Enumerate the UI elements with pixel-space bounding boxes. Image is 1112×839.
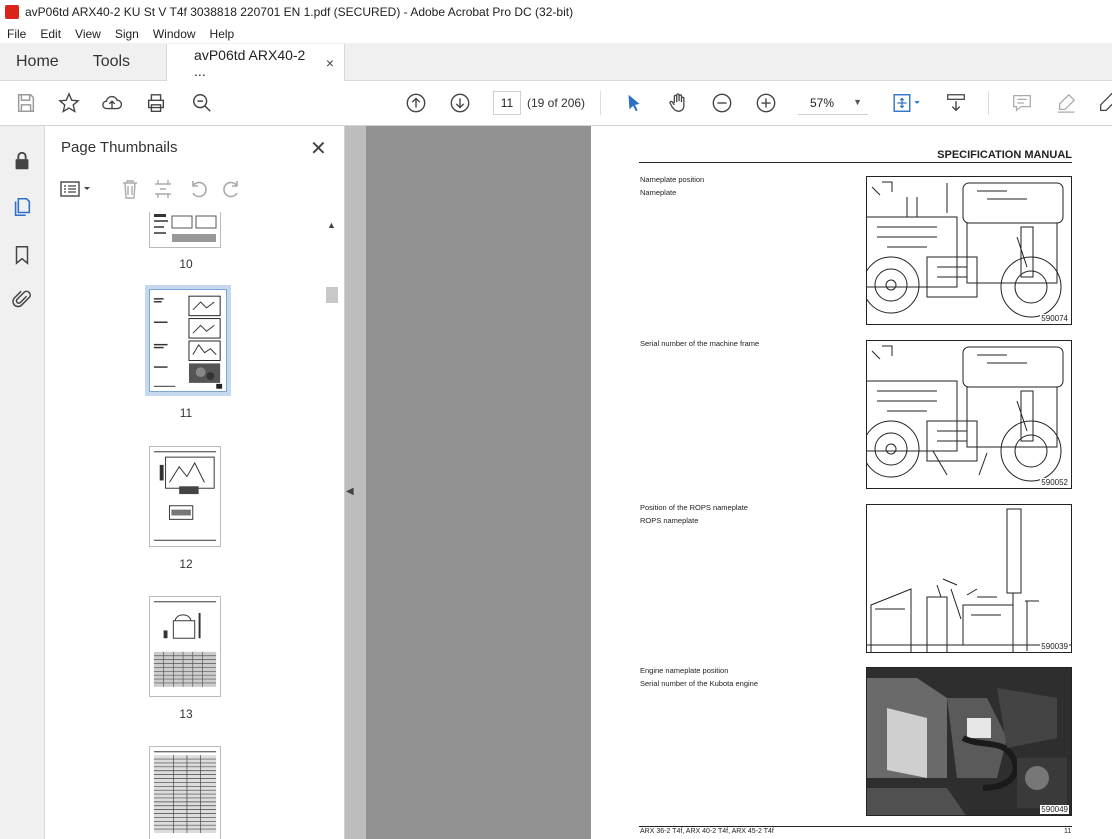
figure-number: 590049 [1040, 805, 1069, 814]
figure-number: 590074 [1040, 314, 1069, 323]
tab-close-icon[interactable]: × [326, 55, 334, 71]
panel-title: Page Thumbnails [61, 139, 178, 156]
tab-bar: Home Tools avP06td ARX40-2 ... × [0, 43, 1112, 81]
menu-window[interactable]: Window [153, 27, 196, 41]
toolbar-divider [988, 91, 989, 115]
footer-rule [639, 826, 1072, 827]
menu-edit[interactable]: Edit [40, 27, 61, 41]
caption: Position of the ROPS nameplate ROPS name… [640, 501, 748, 527]
figure-number: 590052 [1040, 478, 1069, 487]
title-bar: avP06td ARX40-2 KU St V T4f 3038818 2207… [0, 0, 1112, 24]
figure-number: 590039 [1040, 642, 1069, 651]
zoom-level-value: 57% [810, 95, 835, 110]
page-thumbnail[interactable] [149, 446, 221, 547]
zoom-in-icon[interactable] [754, 91, 778, 115]
zoom-level-select[interactable]: 57% ▼ [798, 91, 868, 115]
draw-sign-icon[interactable] [1096, 91, 1112, 115]
thumbnail-toolbar [59, 178, 259, 202]
page-number-input[interactable]: 11 [493, 91, 521, 115]
engine-photo: 590049 [866, 667, 1072, 816]
tab-home[interactable]: Home [0, 43, 75, 80]
menu-view[interactable]: View [75, 27, 101, 41]
insert-page-icon[interactable] [152, 178, 174, 200]
menu-sign[interactable]: Sign [115, 27, 139, 41]
page-up-icon[interactable] [404, 91, 428, 115]
toolbar: 11 (19 of 206) 57% ▼ [0, 81, 1112, 126]
highlight-pen-icon[interactable] [1054, 91, 1078, 115]
tab-document-label: avP06td ARX40-2 ... [194, 46, 306, 79]
caption: Engine nameplate position Serial number … [640, 664, 758, 690]
page-footer: ARX 36-2 T4f, ARX 40-2 T4f, ARX 45-2 T4f [640, 828, 774, 835]
rotate-right-icon[interactable] [221, 178, 243, 200]
scroll-mode-icon[interactable] [944, 91, 968, 115]
acrobat-icon [5, 5, 19, 19]
save-icon[interactable] [14, 91, 38, 115]
print-icon[interactable] [144, 91, 168, 115]
caption-line: Position of the ROPS nameplate [640, 503, 748, 512]
attachment-icon[interactable] [11, 288, 33, 310]
page-footer-number: 11 [1064, 828, 1072, 835]
page-thumbnail[interactable] [149, 746, 221, 839]
scrollbar-thumb[interactable] [326, 287, 338, 303]
thumbnail-page-label: 10 [179, 257, 193, 271]
select-cursor-icon[interactable] [622, 91, 646, 115]
share-upload-icon[interactable] [100, 91, 124, 115]
menu-file[interactable]: File [7, 27, 26, 41]
caption-line: Nameplate position [640, 175, 705, 184]
bookmark-icon[interactable] [11, 244, 33, 266]
page-count: (19 of 206) [527, 96, 586, 110]
menu-help[interactable]: Help [210, 27, 235, 41]
figure-drawing: 590052 [866, 340, 1072, 489]
figure-drawing: 590074 [866, 176, 1072, 325]
delete-page-icon[interactable] [119, 178, 141, 200]
chevron-down-icon: ▼ [853, 97, 862, 107]
figure-drawing: 590039 [866, 504, 1072, 653]
page-thumbnail[interactable] [149, 596, 221, 697]
tab-document[interactable]: avP06td ARX40-2 ... × [166, 44, 346, 81]
tab-tools[interactable]: Tools [75, 43, 146, 80]
menu-bar: File Edit View Sign Window Help [0, 24, 1112, 43]
toolbar-divider [600, 91, 601, 115]
caption: Nameplate position Nameplate [640, 173, 704, 199]
fit-page-icon[interactable] [890, 91, 924, 115]
left-nav-rail [0, 126, 45, 839]
hand-tool-icon[interactable] [666, 91, 690, 115]
page-header: SPECIFICATION MANUAL [639, 149, 1072, 163]
previous-page-area [366, 126, 591, 839]
page-down-icon[interactable] [448, 91, 472, 115]
collapse-panel-icon[interactable]: ◀ [346, 486, 354, 497]
page-thumbnails-panel: Page Thumbnails ✕ 10 11 12 13 ▲ [45, 126, 345, 839]
caption-line: Engine nameplate position [640, 666, 729, 675]
bookmark-star-icon[interactable] [57, 91, 81, 115]
comment-icon[interactable] [1010, 91, 1034, 115]
close-icon[interactable]: ✕ [310, 136, 327, 161]
caption-line: Serial number of the machine frame [640, 339, 760, 348]
caption-line: Serial number of the Kubota engine [640, 679, 758, 688]
thumbnail-list: 10 11 12 13 [45, 212, 345, 839]
zoom-out-icon[interactable] [710, 91, 734, 115]
thumbnail-page-label: 13 [179, 707, 193, 721]
page-thumbnail[interactable] [149, 212, 221, 248]
scroll-up-icon[interactable]: ▲ [327, 220, 336, 230]
thumbnail-options-icon[interactable] [59, 178, 93, 200]
page-thumbnail-selected[interactable] [149, 289, 227, 392]
zoom-search-icon[interactable] [190, 91, 214, 115]
page-thumbnails-icon[interactable] [11, 196, 33, 218]
pdf-page: SPECIFICATION MANUAL Nameplate position … [591, 126, 1112, 839]
caption: Serial number of the machine frame [640, 337, 759, 350]
window-title: avP06td ARX40-2 KU St V T4f 3038818 2207… [25, 5, 574, 19]
lock-icon[interactable] [11, 150, 33, 172]
rotate-left-icon[interactable] [187, 178, 209, 200]
thumbnail-page-label: 12 [179, 557, 193, 571]
thumbnail-scrollbar[interactable]: ▲ [324, 218, 340, 839]
caption-line: ROPS nameplate [640, 516, 699, 525]
caption-line: Nameplate [640, 188, 677, 197]
thumbnail-page-label: 11 [179, 406, 193, 420]
